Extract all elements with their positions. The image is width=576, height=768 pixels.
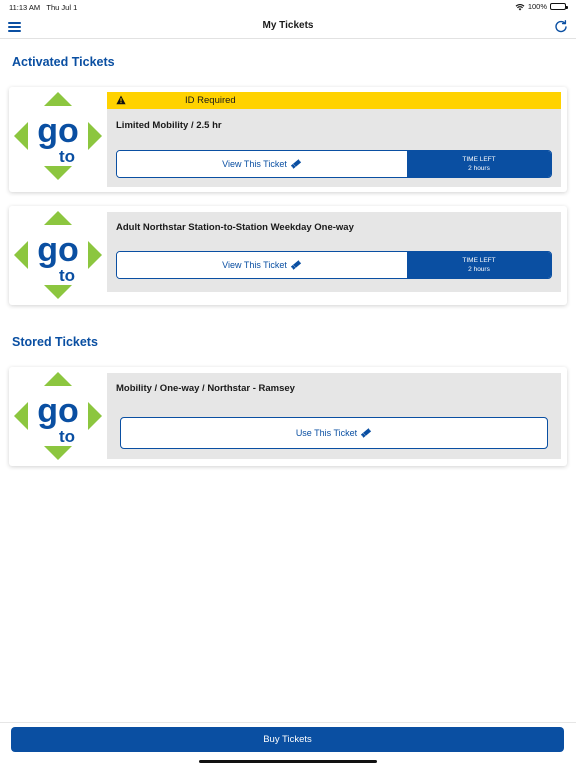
- activated-tickets-heading: Activated Tickets: [12, 55, 115, 69]
- battery-icon: [550, 3, 568, 10]
- ticket-icon: [290, 159, 301, 169]
- goto-logo-icon: go to: [14, 211, 102, 299]
- battery-percent: 100%: [527, 2, 547, 11]
- ticket-name: Limited Mobility / 2.5 hr: [116, 120, 222, 131]
- time-left-label: TIME LEFT: [462, 257, 496, 264]
- logo-text-go: go: [37, 112, 79, 150]
- ticket-details: ID Required Limited Mobility / 2.5 hr Vi…: [107, 92, 561, 187]
- view-ticket-button[interactable]: View This Ticket: [117, 151, 407, 177]
- view-ticket-label: View This Ticket: [222, 159, 287, 169]
- logo-text-to: to: [59, 147, 75, 166]
- stored-tickets-heading: Stored Tickets: [12, 335, 98, 349]
- time-left-value: 2 hours: [468, 165, 490, 172]
- logo-text-to: to: [59, 266, 75, 285]
- time-left-value: 2 hours: [468, 266, 490, 273]
- ticket-name: Mobility / One-way / Northstar - Ramsey: [116, 383, 295, 394]
- id-required-banner: ID Required: [107, 92, 561, 109]
- navigation-bar: My Tickets: [0, 14, 576, 39]
- page-title: My Tickets: [262, 20, 314, 31]
- ticket-icon: [290, 260, 301, 270]
- refresh-icon[interactable]: [554, 19, 568, 33]
- time-left-indicator: TIME LEFT 2 hours: [407, 151, 551, 177]
- activated-ticket-card: go to Adult Northstar Station-to-Station…: [9, 206, 567, 305]
- status-time: 11:13 AM Thu Jul 1: [9, 3, 77, 12]
- ticket-details: Adult Northstar Station-to-Station Weekd…: [107, 212, 561, 292]
- buy-tickets-label: Buy Tickets: [263, 734, 312, 745]
- goto-logo-icon: go to: [14, 372, 102, 460]
- time-left-label: TIME LEFT: [462, 156, 496, 163]
- status-indicators: 100%: [515, 2, 568, 11]
- activated-ticket-card: go to ID Required Limited Mobility / 2.5…: [9, 87, 567, 192]
- goto-logo-icon: go to: [14, 92, 102, 180]
- ticket-action-group: View This Ticket TIME LEFT 2 hours: [116, 150, 552, 178]
- footer-divider: [0, 722, 576, 723]
- use-ticket-button[interactable]: Use This Ticket: [120, 417, 548, 449]
- status-date: Thu Jul 1: [46, 3, 78, 12]
- ticket-details: Mobility / One-way / Northstar - Ramsey …: [107, 373, 561, 459]
- use-ticket-label: Use This Ticket: [295, 428, 358, 438]
- ticket-name: Adult Northstar Station-to-Station Weekd…: [116, 222, 354, 233]
- wifi-icon: [515, 3, 525, 10]
- warning-text: ID Required: [185, 95, 236, 106]
- logo-text-go: go: [37, 231, 79, 269]
- ticket-action-group: View This Ticket TIME LEFT 2 hours: [116, 251, 552, 279]
- logo-text-to: to: [59, 427, 75, 446]
- status-clock: 11:13 AM: [9, 3, 41, 12]
- view-ticket-button[interactable]: View This Ticket: [117, 252, 407, 278]
- buy-tickets-button[interactable]: Buy Tickets: [11, 727, 564, 752]
- warning-icon: [116, 95, 126, 105]
- time-left-indicator: TIME LEFT 2 hours: [407, 252, 551, 278]
- home-indicator[interactable]: [199, 760, 377, 763]
- logo-text-go: go: [37, 392, 79, 430]
- ticket-icon: [361, 428, 372, 438]
- status-bar: 11:13 AM Thu Jul 1 100%: [0, 0, 576, 14]
- stored-ticket-card: go to Mobility / One-way / Northstar - R…: [9, 367, 567, 466]
- view-ticket-label: View This Ticket: [222, 260, 287, 270]
